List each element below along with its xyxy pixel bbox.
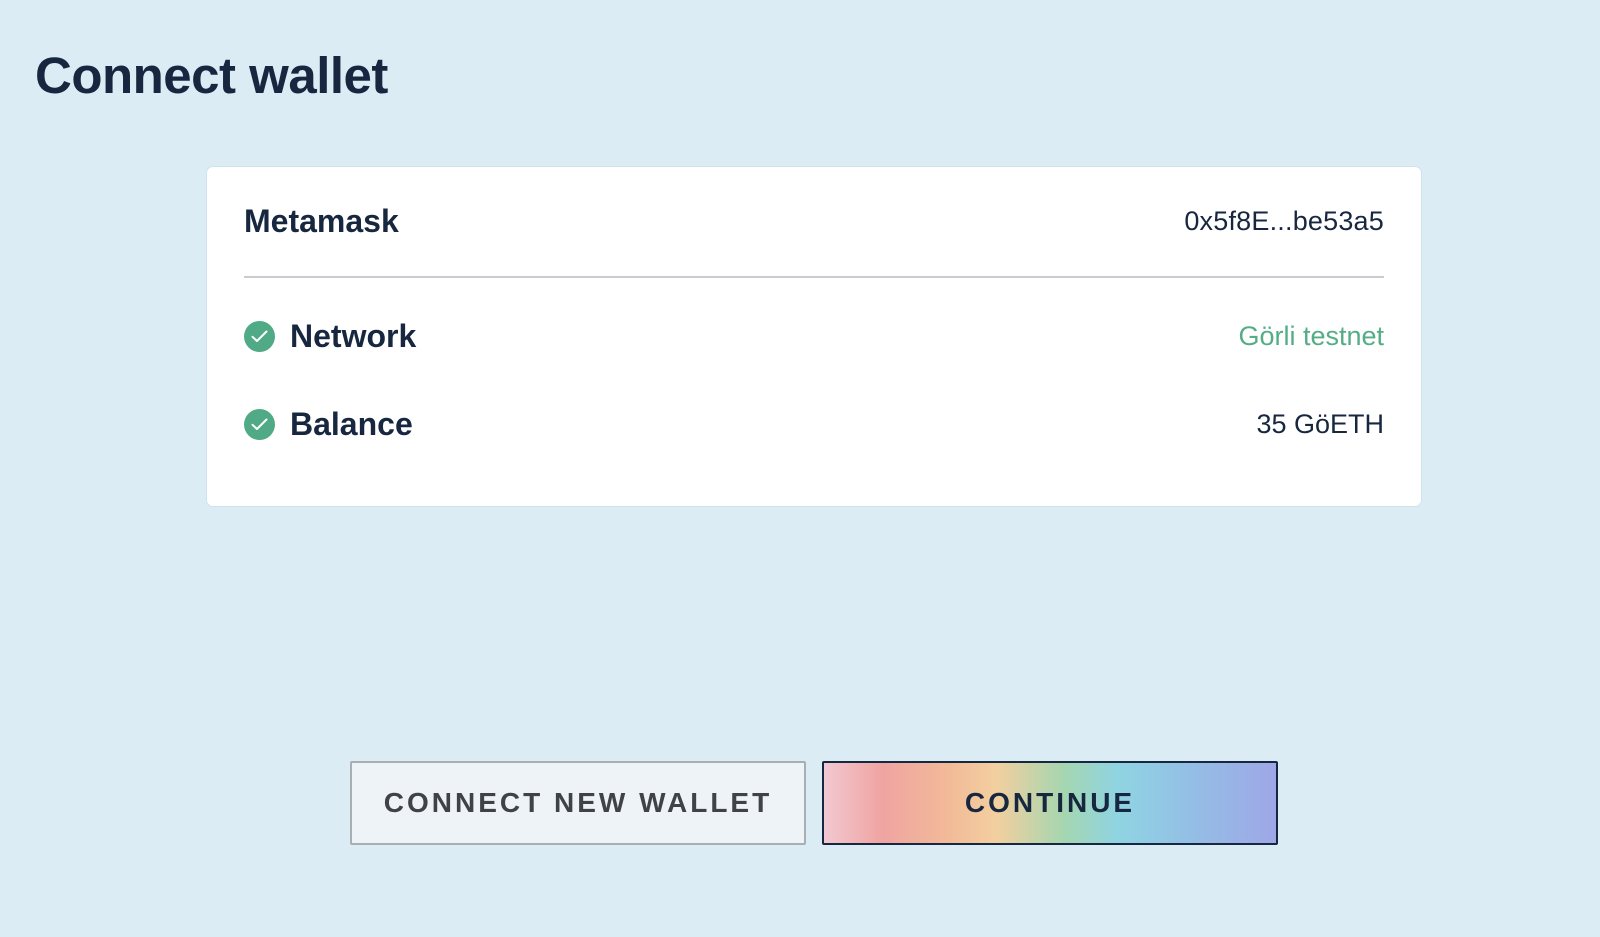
connect-new-wallet-button[interactable]: CONNECT NEW WALLET (350, 761, 806, 845)
network-label: Network (290, 317, 417, 354)
check-circle-icon (244, 320, 275, 352)
wallet-header: Metamask 0x5f8E...be53a5 (244, 167, 1384, 278)
wallet-name: Metamask (244, 203, 399, 239)
balance-label: Balance (290, 405, 413, 442)
wallet-address: 0x5f8E...be53a5 (1184, 206, 1384, 236)
wallet-card: Metamask 0x5f8E...be53a5 Network Görli t… (207, 167, 1421, 506)
balance-row: Balance 35 GöETH (244, 394, 1384, 454)
balance-value: 35 GöETH (1256, 408, 1384, 439)
page-title: Connect wallet (35, 47, 388, 104)
continue-button[interactable]: CONTINUE (822, 761, 1278, 845)
check-circle-icon (244, 408, 275, 440)
network-row: Network Görli testnet (244, 306, 1384, 366)
network-value: Görli testnet (1238, 320, 1384, 351)
